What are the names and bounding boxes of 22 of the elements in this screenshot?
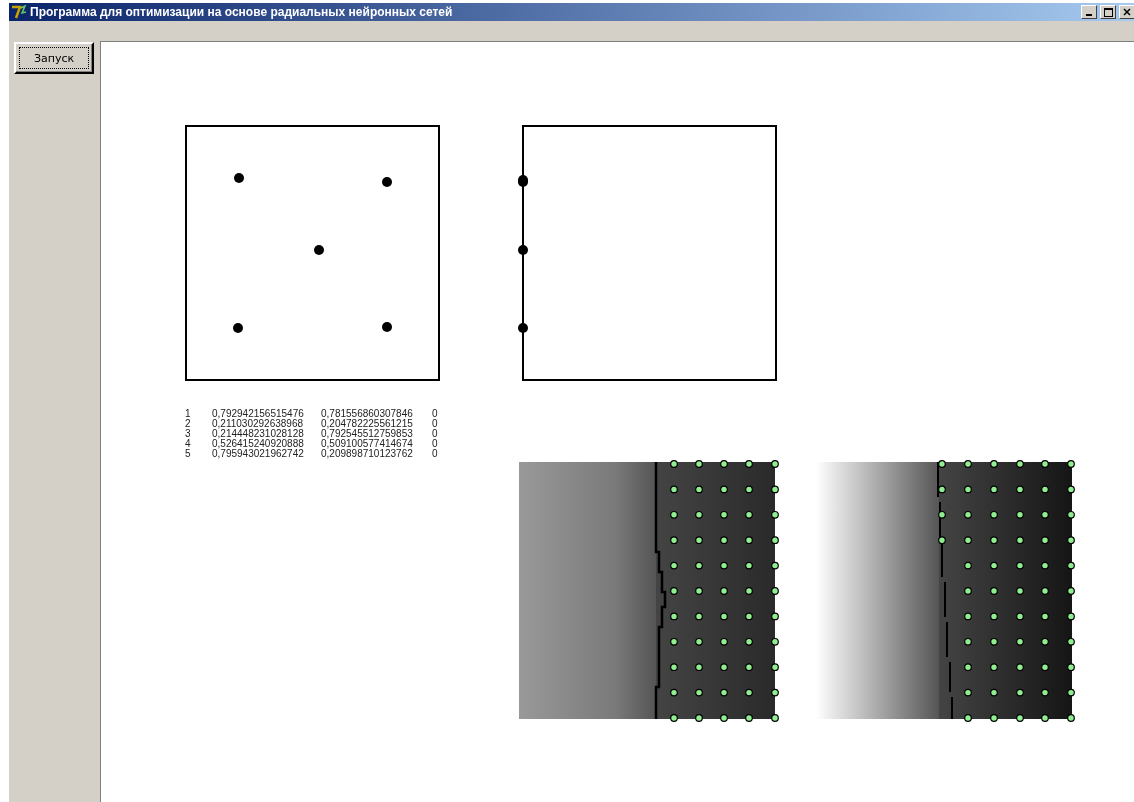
window-title: Программа для оптимизации на основе радиальных нейронных сетей: [30, 5, 454, 19]
table-cell-text: 1: [185, 409, 192, 419]
table-cell-text: 4: [185, 439, 192, 449]
table-cell-text: 2: [185, 419, 192, 429]
table-cell-text: 0,792942156515476: [212, 409, 305, 419]
table-cell-text: 0,795943021962742: [212, 449, 305, 459]
table-cell-text: 0: [432, 429, 439, 439]
table-cell-text: 0: [432, 439, 439, 449]
table-cell-text: 0,781556860307846: [321, 409, 414, 419]
table-cell-text: 0,792545512759853: [321, 429, 414, 439]
table-cell-text: 0,526415240920888: [212, 439, 305, 449]
table-cell-text: 0,214448231028128: [212, 429, 305, 439]
table-cell-text: 0: [432, 449, 439, 459]
table-cell-text: 0,211030292638968: [212, 419, 305, 429]
table-cell-text: 0,509100577414674: [321, 439, 414, 449]
table-cell-text: 0,204782225561215: [321, 419, 414, 429]
table-cell-text: 0: [432, 409, 439, 419]
run-button[interactable]: Запуск: [14, 42, 94, 74]
table-cell-text: 0: [432, 419, 439, 429]
table-cell-text: 0,209898710123762: [321, 449, 414, 459]
table-cell-text: 3: [185, 429, 192, 439]
table-cell-text: 5: [185, 449, 192, 459]
